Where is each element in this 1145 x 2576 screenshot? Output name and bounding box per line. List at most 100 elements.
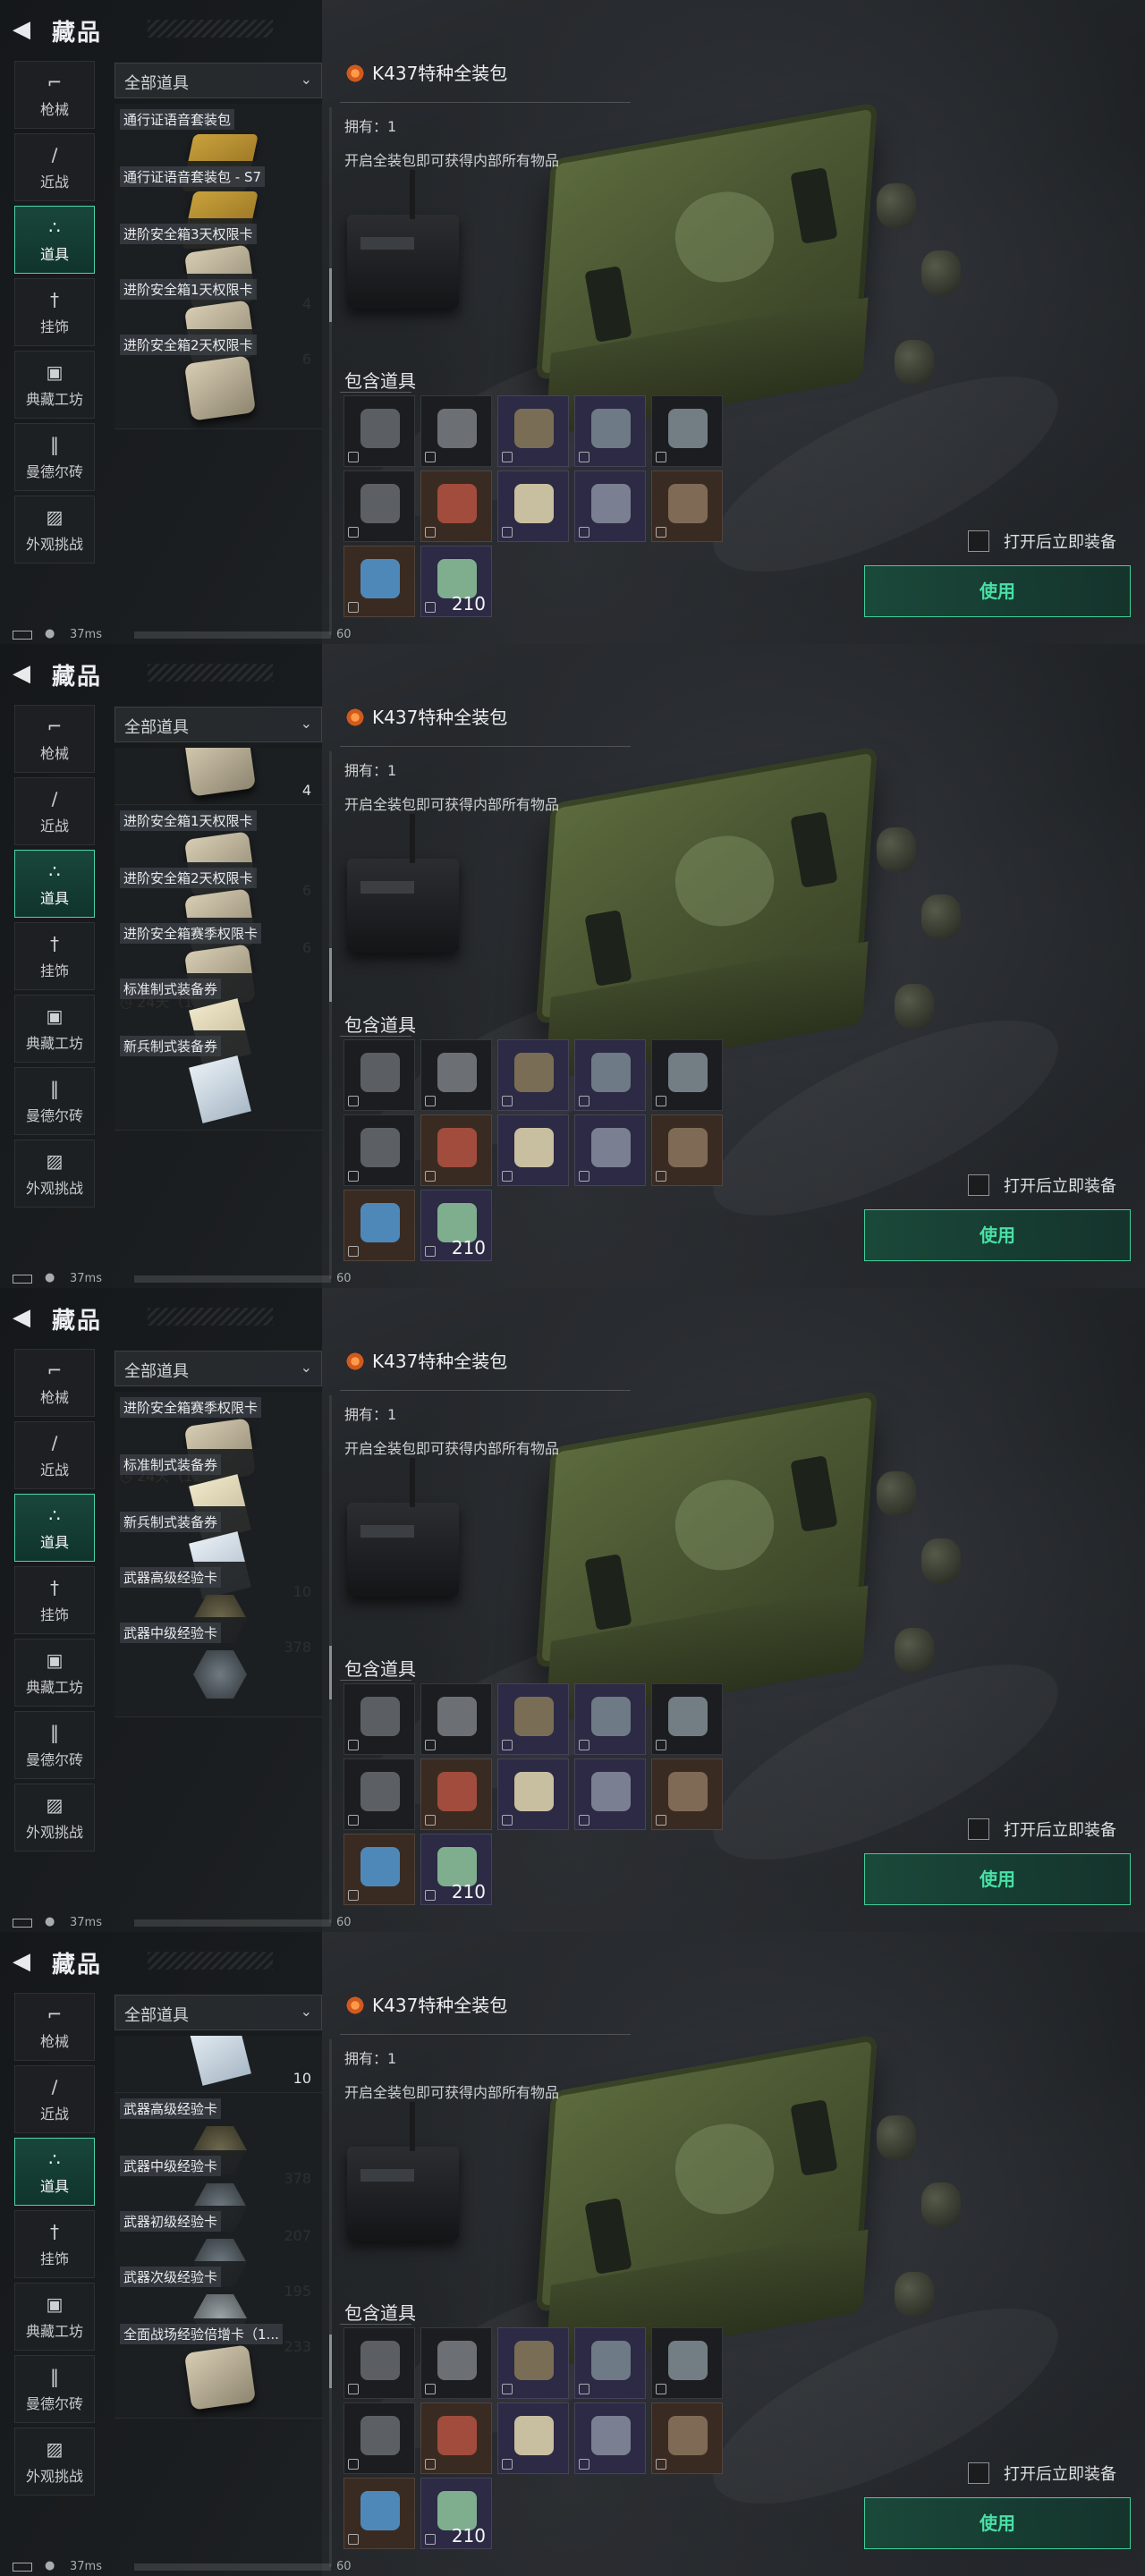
contained-item[interactable] <box>344 1758 415 1830</box>
use-button[interactable]: 使用 <box>864 565 1131 617</box>
equip-on-open-checkbox[interactable] <box>968 2462 989 2484</box>
item-list[interactable]: 4进阶安全箱1天权限卡6进阶安全箱2天权限卡6进阶安全箱赛季权限卡◷ 24天（1… <box>114 748 322 1288</box>
contained-item[interactable] <box>497 395 569 467</box>
list-item[interactable]: 武器中级经验卡 <box>114 1617 322 1717</box>
category-tab[interactable]: ▨ 外观挑战 <box>14 496 95 564</box>
category-tab[interactable]: ∕ 近战 <box>14 133 95 201</box>
list-scrollbar-thumb[interactable] <box>329 268 332 322</box>
contained-item[interactable] <box>497 2402 569 2474</box>
contained-item[interactable] <box>574 1039 646 1111</box>
contained-item[interactable] <box>344 2402 415 2474</box>
back-arrow-icon[interactable]: ◀ <box>13 1946 38 1977</box>
equip-on-open-option[interactable]: 打开后立即装备 <box>968 528 1145 555</box>
category-tab[interactable]: ▣ 典藏工坊 <box>14 2283 95 2351</box>
contained-item[interactable] <box>651 1039 723 1111</box>
category-tab[interactable]: ‖ 曼德尔砖 <box>14 1067 95 1135</box>
equip-on-open-option[interactable]: 打开后立即装备 <box>968 2460 1145 2487</box>
category-tab[interactable]: ∕ 近战 <box>14 2065 95 2133</box>
equip-on-open-checkbox[interactable] <box>968 1174 989 1196</box>
category-tab[interactable]: ∕ 近战 <box>14 1421 95 1489</box>
contained-item[interactable] <box>344 1683 415 1755</box>
list-scrollbar[interactable] <box>329 751 332 1279</box>
category-tab[interactable]: † 挂饰 <box>14 2210 95 2278</box>
category-tab[interactable]: ∴ 道具 <box>14 2138 95 2206</box>
category-tab[interactable]: ∕ 近战 <box>14 777 95 845</box>
use-button[interactable]: 使用 <box>864 1209 1131 1261</box>
category-tab[interactable]: ∴ 道具 <box>14 1494 95 1562</box>
contained-item[interactable] <box>420 395 492 467</box>
equip-on-open-option[interactable]: 打开后立即装备 <box>968 1172 1145 1199</box>
contained-item[interactable]: 210 <box>420 546 492 617</box>
category-tab[interactable]: ▣ 典藏工坊 <box>14 1639 95 1707</box>
list-scrollbar-thumb[interactable] <box>329 1646 332 1699</box>
contained-item[interactable] <box>497 470 569 542</box>
contained-item[interactable] <box>651 2402 723 2474</box>
contained-item[interactable] <box>420 1683 492 1755</box>
category-tab[interactable]: ⌐ 枪械 <box>14 1349 95 1417</box>
category-tab[interactable]: ∴ 道具 <box>14 206 95 274</box>
use-button[interactable]: 使用 <box>864 2497 1131 2549</box>
category-tab[interactable]: ▣ 典藏工坊 <box>14 351 95 419</box>
back-arrow-icon[interactable]: ◀ <box>13 1302 38 1333</box>
contained-item[interactable] <box>420 470 492 542</box>
contained-item[interactable] <box>574 1683 646 1755</box>
back-arrow-icon[interactable]: ◀ <box>13 658 38 689</box>
contained-item[interactable] <box>651 2327 723 2399</box>
item-list[interactable]: 通行证语音套装包通行证语音套装包 - S7进阶安全箱3天权限卡4进阶安全箱1天权… <box>114 104 322 644</box>
list-item[interactable]: 4 <box>114 748 322 805</box>
contained-item[interactable]: 210 <box>420 1834 492 1905</box>
category-tab[interactable]: ▨ 外观挑战 <box>14 2428 95 2496</box>
contained-item[interactable] <box>420 2402 492 2474</box>
category-tab[interactable]: ⌐ 枪械 <box>14 705 95 773</box>
contained-item[interactable] <box>344 2478 415 2549</box>
contained-item[interactable] <box>497 1758 569 1830</box>
contained-item[interactable] <box>651 470 723 542</box>
contained-item[interactable] <box>497 1114 569 1186</box>
use-button[interactable]: 使用 <box>864 1853 1131 1905</box>
category-tab[interactable]: ‖ 曼德尔砖 <box>14 2355 95 2423</box>
contained-item[interactable] <box>574 1114 646 1186</box>
back-arrow-icon[interactable]: ◀ <box>13 14 38 45</box>
contained-item[interactable] <box>344 395 415 467</box>
contained-item[interactable]: 210 <box>420 1190 492 1261</box>
contained-item[interactable] <box>420 2327 492 2399</box>
item-filter-dropdown[interactable]: 全部道具 ⌄ <box>114 1351 322 1386</box>
category-tab[interactable]: ⌐ 枪械 <box>14 1993 95 2061</box>
category-tab[interactable]: ⌐ 枪械 <box>14 61 95 129</box>
list-item[interactable]: 进阶安全箱2天权限卡 <box>114 329 322 429</box>
item-filter-dropdown[interactable]: 全部道具 ⌄ <box>114 707 322 742</box>
contained-item[interactable] <box>574 395 646 467</box>
contained-item[interactable] <box>344 546 415 617</box>
contained-item[interactable] <box>651 1758 723 1830</box>
contained-item[interactable] <box>420 1758 492 1830</box>
item-list[interactable]: 10武器高级经验卡378武器中级经验卡207武器初级经验卡195武器次级经验卡2… <box>114 2036 322 2576</box>
category-tab[interactable]: † 挂饰 <box>14 922 95 990</box>
contained-item[interactable] <box>344 1114 415 1186</box>
contained-item[interactable] <box>497 1683 569 1755</box>
category-tab[interactable]: ▨ 外观挑战 <box>14 1784 95 1852</box>
contained-item[interactable] <box>344 470 415 542</box>
contained-item[interactable] <box>420 1039 492 1111</box>
list-item[interactable]: 全面战场经验倍增卡（1... <box>114 2318 322 2419</box>
list-scrollbar[interactable] <box>329 2039 332 2567</box>
category-tab[interactable]: † 挂饰 <box>14 1566 95 1634</box>
contained-item[interactable] <box>651 395 723 467</box>
contained-item[interactable] <box>574 470 646 542</box>
item-filter-dropdown[interactable]: 全部道具 ⌄ <box>114 1995 322 2030</box>
category-tab[interactable]: ▨ 外观挑战 <box>14 1140 95 1208</box>
contained-item[interactable] <box>344 2327 415 2399</box>
list-scrollbar-thumb[interactable] <box>329 2334 332 2388</box>
category-tab[interactable]: ▣ 典藏工坊 <box>14 995 95 1063</box>
category-tab[interactable]: ∴ 道具 <box>14 850 95 918</box>
contained-item[interactable] <box>574 2327 646 2399</box>
contained-item[interactable] <box>651 1683 723 1755</box>
list-item[interactable]: 新兵制式装备券 <box>114 1030 322 1131</box>
equip-on-open-checkbox[interactable] <box>968 1818 989 1840</box>
contained-item[interactable] <box>420 1114 492 1186</box>
category-tab[interactable]: ‖ 曼德尔砖 <box>14 1711 95 1779</box>
list-scrollbar-thumb[interactable] <box>329 948 332 1002</box>
contained-item[interactable] <box>344 1834 415 1905</box>
contained-item[interactable] <box>344 1039 415 1111</box>
list-scrollbar[interactable] <box>329 107 332 635</box>
contained-item[interactable]: 210 <box>420 2478 492 2549</box>
